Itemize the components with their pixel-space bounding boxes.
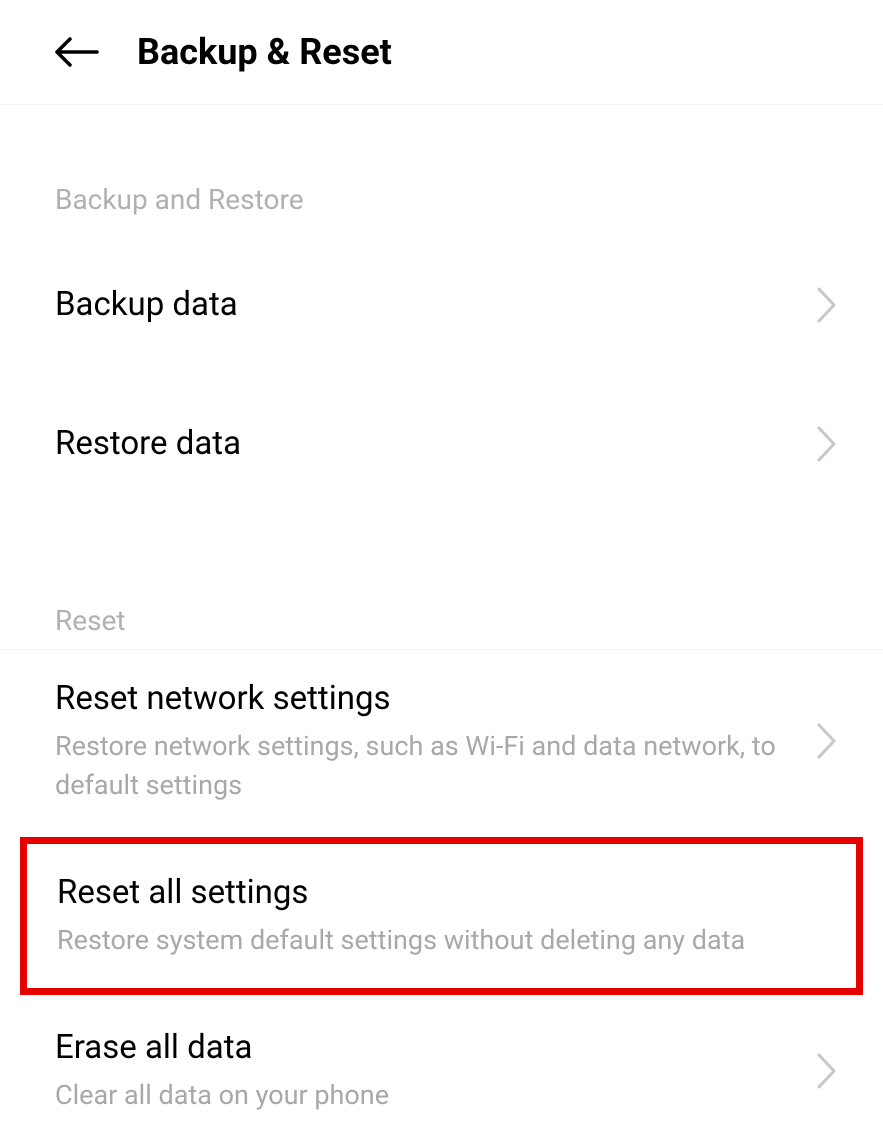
header: Backup & Reset [0,0,883,105]
item-subtitle: Clear all data on your phone [55,1076,801,1115]
item-text: Reset network settings Restore network s… [55,678,801,805]
item-text: Restore data [55,423,801,466]
reset-all-settings-item[interactable]: Reset all settings Restore system defaul… [20,837,863,995]
reset-network-settings-item[interactable]: Reset network settings Restore network s… [0,650,883,833]
chevron-right-icon [816,1052,838,1090]
item-title: Restore data [55,423,801,466]
backup-data-item[interactable]: Backup data [0,236,883,375]
item-subtitle: Restore network settings, such as Wi-Fi … [55,727,801,805]
page-title: Backup & Reset [137,31,392,73]
item-title: Reset all settings [57,872,826,915]
section-header-reset: Reset [0,514,883,650]
erase-all-data-item[interactable]: Erase all data Clear all data on your ph… [0,999,883,1143]
arrow-left-icon [55,37,99,67]
content: Backup and Restore Backup data Restore d… [0,105,883,1143]
item-title: Erase all data [55,1027,801,1070]
item-subtitle: Restore system default settings without … [57,921,826,960]
chevron-right-icon [816,722,838,760]
item-text: Reset all settings Restore system defaul… [57,872,826,960]
restore-data-item[interactable]: Restore data [0,375,883,514]
item-text: Backup data [55,284,801,327]
back-button[interactable] [55,30,99,74]
item-title: Backup data [55,284,801,327]
chevron-right-icon [816,425,838,463]
item-title: Reset network settings [55,678,801,721]
section-header-backup-restore: Backup and Restore [0,105,883,236]
chevron-right-icon [816,286,838,324]
